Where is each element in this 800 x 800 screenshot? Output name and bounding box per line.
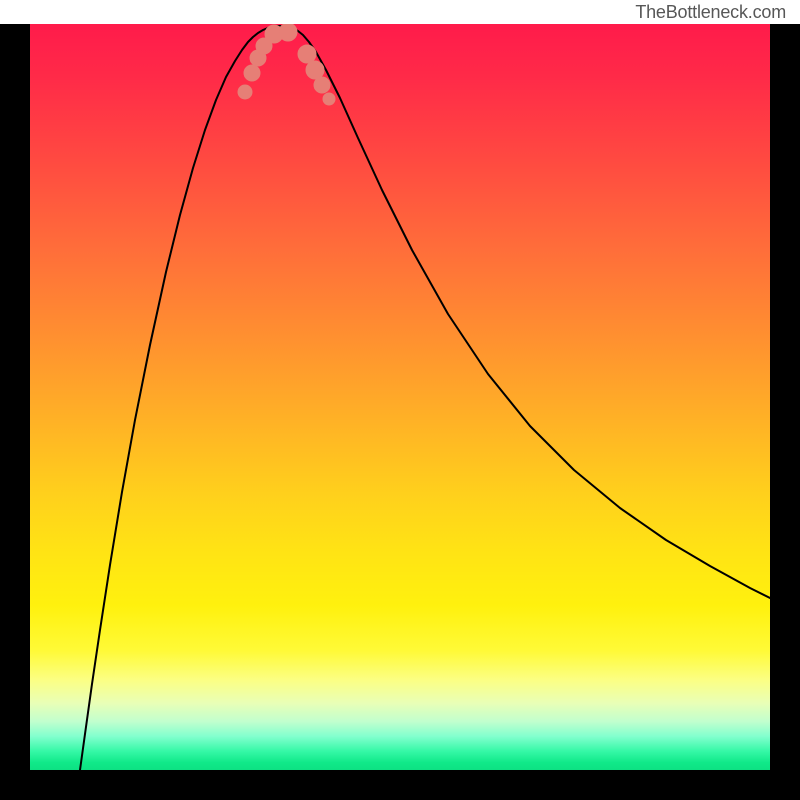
marker-right-upper xyxy=(314,77,330,93)
plot-area xyxy=(30,24,770,770)
marker-right-lower xyxy=(298,45,316,63)
marker-left-upper xyxy=(244,65,260,81)
marker-right-mid xyxy=(306,61,324,79)
chart-frame xyxy=(0,24,800,800)
chart-stage: TheBottleneck.com xyxy=(0,0,800,800)
curve-group xyxy=(80,26,770,770)
watermark-text: TheBottleneck.com xyxy=(635,0,786,24)
marker-bottom-mid xyxy=(279,24,297,41)
curve-left xyxy=(80,26,278,770)
chart-overlay xyxy=(30,24,770,770)
curve-right xyxy=(278,26,770,598)
marker-right-top xyxy=(323,93,335,105)
marker-left-top xyxy=(238,85,252,99)
